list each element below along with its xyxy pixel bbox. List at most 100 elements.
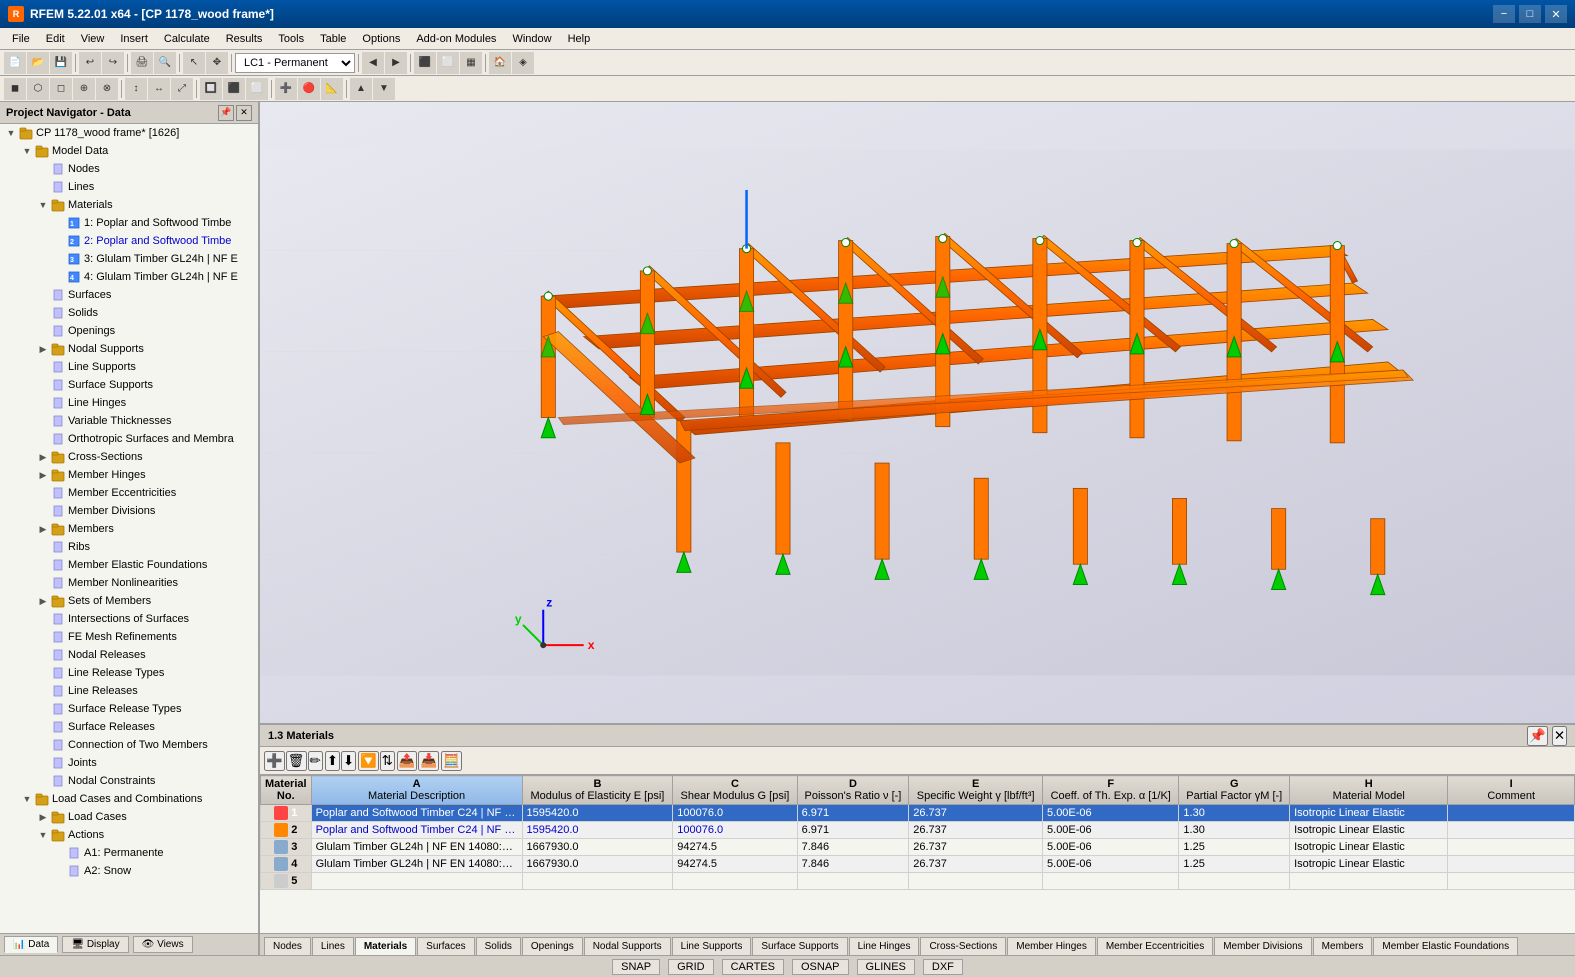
bottom-tab-materials[interactable]: Materials — [355, 937, 416, 955]
bottom-tab-nodal-supports[interactable]: Nodal Supports — [584, 937, 671, 955]
tree-item-1[interactable]: ▼Model Data — [0, 142, 258, 160]
dt-sort[interactable]: ⇅ — [380, 751, 395, 771]
col-header-e[interactable]: ESpecific Weight γ [lbf/ft³] — [909, 776, 1043, 805]
tb2-7[interactable]: ↔ — [148, 78, 170, 100]
tree-item-8[interactable]: 44: Glulam Timber GL24h | NF E — [0, 268, 258, 286]
col-header-matno[interactable]: MaterialNo. — [261, 776, 312, 805]
tree-item-4[interactable]: ▼Materials — [0, 196, 258, 214]
bottom-tab-member-hinges[interactable]: Member Hinges — [1007, 937, 1096, 955]
tb2-13[interactable]: 🔴 — [298, 78, 320, 100]
tree-item-25[interactable]: Member Nonlinearities — [0, 574, 258, 592]
lc-dropdown[interactable]: LC1 - Permanent — [235, 53, 355, 73]
tb2-2[interactable]: ⬡ — [27, 78, 49, 100]
tree-item-20[interactable]: Member Eccentricities — [0, 484, 258, 502]
bottom-tab-openings[interactable]: Openings — [522, 937, 583, 955]
tree-item-21[interactable]: Member Divisions — [0, 502, 258, 520]
tb2-16[interactable]: ▼ — [373, 78, 395, 100]
tb-move[interactable]: ✥ — [206, 52, 228, 74]
status-dxf[interactable]: DXF — [923, 959, 963, 975]
dt-calc[interactable]: 🧮 — [441, 751, 462, 771]
status-snap[interactable]: SNAP — [612, 959, 660, 975]
bottom-tab-member-eccentricities[interactable]: Member Eccentricities — [1097, 937, 1213, 955]
tree-item-38[interactable]: ▶Load Cases — [0, 808, 258, 826]
tree-item-29[interactable]: Nodal Releases — [0, 646, 258, 664]
menu-item-options[interactable]: Options — [354, 31, 408, 47]
tree-item-13[interactable]: Line Supports — [0, 358, 258, 376]
tree-item-19[interactable]: ▶Member Hinges — [0, 466, 258, 484]
tb-prev[interactable]: ◀ — [362, 52, 384, 74]
tree-item-6[interactable]: 22: Poplar and Softwood Timbe — [0, 232, 258, 250]
tree-item-27[interactable]: Intersections of Surfaces — [0, 610, 258, 628]
tree-item-7[interactable]: 33: Glulam Timber GL24h | NF E — [0, 250, 258, 268]
menu-item-insert[interactable]: Insert — [112, 31, 156, 47]
tree-item-41[interactable]: A2: Snow — [0, 862, 258, 880]
nav-tab-display[interactable]: 🖥 Display — [62, 936, 128, 953]
col-header-d[interactable]: DPoisson's Ratio ν [-] — [797, 776, 909, 805]
tree-item-22[interactable]: ▶Members — [0, 520, 258, 538]
tree-item-0[interactable]: ▼CP 1178_wood frame* [1626] — [0, 124, 258, 142]
tree-item-9[interactable]: Surfaces — [0, 286, 258, 304]
bottom-tab-solids[interactable]: Solids — [476, 937, 521, 955]
tb2-12[interactable]: ➕ — [275, 78, 297, 100]
dt-delete[interactable]: 🗑 — [286, 751, 307, 771]
tree-item-39[interactable]: ▼Actions — [0, 826, 258, 844]
tb2-5[interactable]: ⊗ — [96, 78, 118, 100]
dt-up[interactable]: ⬆ — [325, 751, 340, 771]
menu-item-add-on-modules[interactable]: Add-on Modules — [408, 31, 504, 47]
dt-filter[interactable]: 🔽 — [358, 751, 379, 771]
tree-item-26[interactable]: ▶Sets of Members — [0, 592, 258, 610]
col-header-g[interactable]: GPartial Factor γM [-] — [1179, 776, 1290, 805]
tree-item-12[interactable]: ▶Nodal Supports — [0, 340, 258, 358]
tb2-14[interactable]: 📐 — [321, 78, 343, 100]
data-panel-pin[interactable]: 📌 — [1527, 726, 1548, 746]
tb-redo[interactable]: ↪ — [102, 52, 124, 74]
close-button[interactable]: ✕ — [1545, 5, 1567, 23]
tb2-8[interactable]: ⤢ — [171, 78, 193, 100]
menu-item-window[interactable]: Window — [504, 31, 559, 47]
menu-item-tools[interactable]: Tools — [270, 31, 312, 47]
tree-item-34[interactable]: Connection of Two Members — [0, 736, 258, 754]
menu-item-view[interactable]: View — [73, 31, 113, 47]
tree-item-30[interactable]: Line Release Types — [0, 664, 258, 682]
col-header-a[interactable]: AMaterial Description — [311, 776, 522, 805]
col-header-c[interactable]: CShear Modulus G [psi] — [673, 776, 797, 805]
table-row-2[interactable]: 2Poplar and Softwood Timber C24 | NF EN1… — [261, 822, 1575, 839]
table-row-1[interactable]: 1Poplar and Softwood Timber C24 | NF EN … — [261, 805, 1575, 822]
table-row-4[interactable]: 4Glulam Timber GL24h | NF EN 14080:20116… — [261, 856, 1575, 873]
bottom-tab-line-hinges[interactable]: Line Hinges — [849, 937, 920, 955]
tree-item-23[interactable]: Ribs — [0, 538, 258, 556]
bottom-tab-surface-supports[interactable]: Surface Supports — [752, 937, 847, 955]
status-glines[interactable]: GLINES — [857, 959, 915, 975]
tb2-15[interactable]: ▲ — [350, 78, 372, 100]
tb2-4[interactable]: ⊕ — [73, 78, 95, 100]
tb-select[interactable]: ↖ — [183, 52, 205, 74]
table-row-3[interactable]: 3Glulam Timber GL24h | NF EN 14080:20116… — [261, 839, 1575, 856]
tree-item-24[interactable]: Member Elastic Foundations — [0, 556, 258, 574]
menu-item-help[interactable]: Help — [560, 31, 599, 47]
menu-item-results[interactable]: Results — [218, 31, 271, 47]
tb-undo[interactable]: ↩ — [79, 52, 101, 74]
tb-next[interactable]: ▶ — [385, 52, 407, 74]
table-row-5[interactable]: 5 — [261, 873, 1575, 890]
tb-new[interactable]: 📄 — [4, 52, 26, 74]
tb-render3[interactable]: ▦ — [460, 52, 482, 74]
tree-item-31[interactable]: Line Releases — [0, 682, 258, 700]
tb-print[interactable]: 🖨 — [131, 52, 153, 74]
dt-edit[interactable]: ✏ — [308, 751, 323, 771]
tb-open[interactable]: 📂 — [27, 52, 49, 74]
nav-pin[interactable]: 📌 — [218, 105, 234, 121]
minimize-button[interactable]: − — [1493, 5, 1515, 23]
tb2-3[interactable]: ◻ — [50, 78, 72, 100]
3d-viewport[interactable]: x y z — [260, 102, 1575, 725]
tb2-6[interactable]: ↕ — [125, 78, 147, 100]
maximize-button[interactable]: □ — [1519, 5, 1541, 23]
tree-item-18[interactable]: ▶Cross-Sections — [0, 448, 258, 466]
tree-item-2[interactable]: Nodes — [0, 160, 258, 178]
dt-down[interactable]: ⬇ — [341, 751, 356, 771]
status-cartes[interactable]: CARTES — [722, 959, 784, 975]
tb-view2[interactable]: ◈ — [512, 52, 534, 74]
tree-item-10[interactable]: Solids — [0, 304, 258, 322]
col-header-i[interactable]: IComment — [1448, 776, 1575, 805]
tree-item-5[interactable]: 11: Poplar and Softwood Timbe — [0, 214, 258, 232]
tree-item-14[interactable]: Surface Supports — [0, 376, 258, 394]
